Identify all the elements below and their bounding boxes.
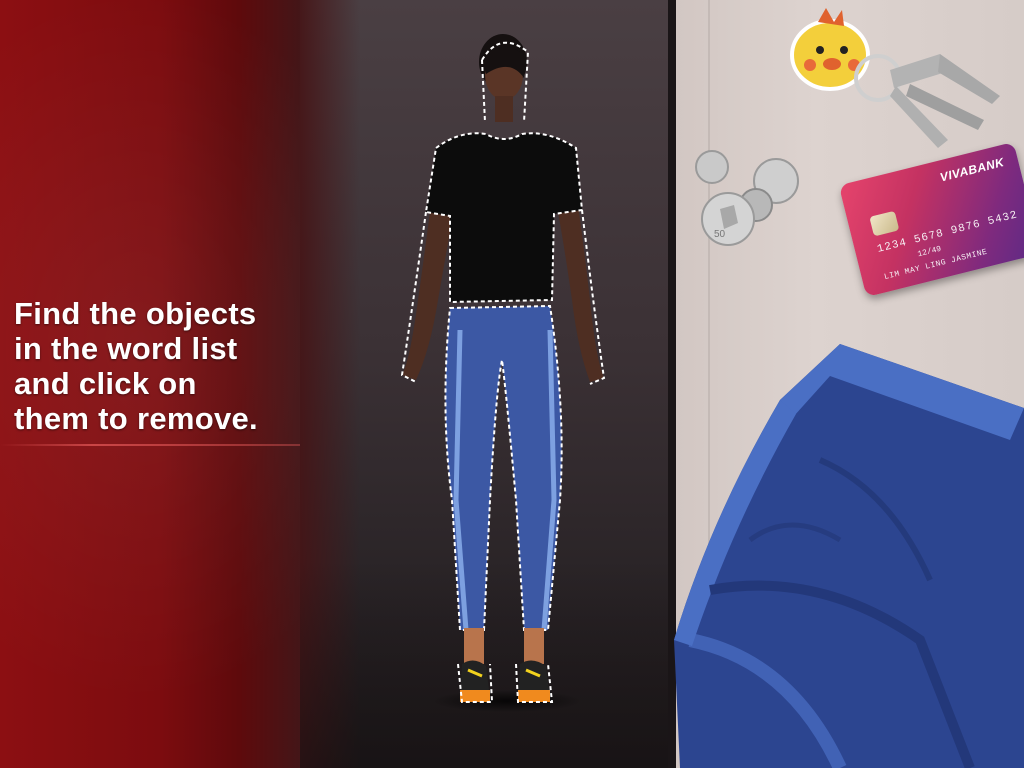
pants-item[interactable] <box>670 340 1024 768</box>
card-number: 1234 5678 9876 5432 <box>876 209 1020 256</box>
card-bank-name: VIVABANK <box>938 155 1006 185</box>
card-expiry: 12/49 <box>916 244 943 260</box>
coins-item[interactable]: 50 <box>690 145 810 255</box>
blue-leggings-icon <box>674 344 1024 768</box>
coins-icon: 50 <box>695 150 799 246</box>
game-scene: Find the objects in the word list and cl… <box>0 0 1024 768</box>
character[interactable] <box>390 30 630 720</box>
keychain-item[interactable] <box>770 0 1010 160</box>
coin-value-label: 50 <box>714 229 726 240</box>
instruction-text: Find the objects in the word list and cl… <box>14 296 258 436</box>
card-chip-icon <box>869 210 900 237</box>
woman-character-icon <box>400 34 606 703</box>
chick-keychain-with-keys-icon <box>790 8 1000 148</box>
